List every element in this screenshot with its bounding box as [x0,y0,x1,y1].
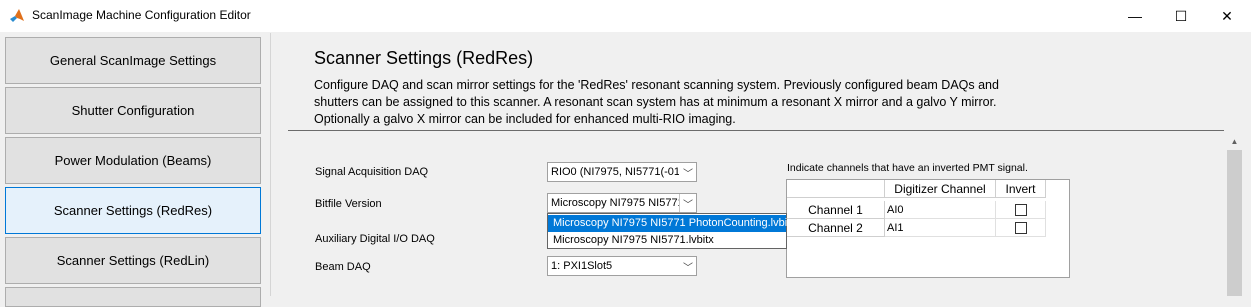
page-title: Scanner Settings (RedRes) [314,48,534,68]
bitfile-select[interactable]: Microscopy NI7975 NI5771 ﹀ [547,193,697,213]
table-corner-header [787,180,885,198]
chevron-down-icon: ﹀ [683,262,693,274]
sidebar-item-label: Shutter Configuration [71,103,195,118]
row-header-channel-2: Channel 2 [787,219,885,237]
sidebar-item-label: General ScanImage Settings [49,53,217,68]
pmt-invert-table: Digitizer Channel Invert Channel 1 AI0 C… [786,179,1070,278]
aux-daq-label: Auxiliary Digital I/O DAQ [315,233,435,245]
row-header-channel-1: Channel 1 [787,201,885,219]
description-line: Optionally a galvo X mirror can be inclu… [314,112,736,126]
invert-cell [996,201,1046,219]
sidebar-item-next[interactable] [5,287,261,307]
dropdown-option-standard[interactable]: Microscopy NI7975 NI5771.lvbitx [548,232,786,249]
beam-daq-value: 1: PXI1Slot5 [551,260,613,272]
column-header-digitizer-channel: Digitizer Channel [885,180,996,198]
sidebar-item-scanner-redres[interactable]: Scanner Settings (RedRes) [5,187,261,234]
maximize-button[interactable]: ☐ [1158,0,1204,32]
sidebar-item-shutter-configuration[interactable]: Shutter Configuration [5,87,261,134]
chevron-down-icon: ﹀ [679,194,696,212]
digitizer-channel-cell[interactable]: AI0 [885,201,996,219]
bitfile-value: Microscopy NI7975 NI5771 [551,197,679,209]
chevron-down-icon: ﹀ [683,168,693,180]
pmt-table-caption: Indicate channels that have an inverted … [787,162,1028,174]
signal-daq-select[interactable]: RIO0 (NI7975, NI5771(-01)D ﹀ [547,162,697,182]
minimize-button[interactable]: — [1112,0,1158,32]
sidebar-item-general-settings[interactable]: General ScanImage Settings [5,37,261,84]
invert-checkbox-channel-2[interactable] [1015,222,1027,234]
close-button[interactable]: ✕ [1204,0,1250,32]
panel-divider [270,33,271,296]
scroll-thumb[interactable] [1227,150,1242,296]
invert-cell [996,219,1046,237]
minimize-icon: — [1128,8,1142,24]
scroll-up-icon[interactable]: ▲ [1226,133,1243,150]
column-header-invert: Invert [996,180,1046,198]
vertical-scrollbar[interactable]: ▲ [1226,133,1243,296]
bitfile-dropdown-list: Microscopy NI7975 NI5771 PhotonCounting.… [547,213,796,249]
sidebar-item-label: Power Modulation (Beams) [54,153,212,168]
close-icon: ✕ [1221,7,1233,24]
sidebar-item-power-modulation[interactable]: Power Modulation (Beams) [5,137,261,184]
beam-daq-label: Beam DAQ [315,261,371,273]
title-bar: ScanImage Machine Configuration Editor —… [0,0,1251,32]
window-title: ScanImage Machine Configuration Editor [32,8,251,22]
maximize-icon: ☐ [1174,7,1188,24]
digitizer-channel-cell[interactable]: AI1 [885,219,996,237]
sidebar-item-scanner-redlin[interactable]: Scanner Settings (RedLin) [5,237,261,284]
invert-checkbox-channel-1[interactable] [1015,204,1027,216]
signal-daq-label: Signal Acquisition DAQ [315,166,429,178]
beam-daq-select[interactable]: 1: PXI1Slot5 ﹀ [547,256,697,276]
signal-daq-value: RIO0 (NI7975, NI5771(-01)D [551,166,679,178]
section-divider [288,130,1224,131]
description-line: Configure DAQ and scan mirror settings f… [314,78,999,92]
bitfile-label: Bitfile Version [315,198,382,210]
sidebar-item-label: Scanner Settings (RedRes) [53,203,213,218]
dropdown-option-photon-counting[interactable]: Microscopy NI7975 NI5771 PhotonCounting.… [548,215,796,232]
matlab-icon [10,9,24,22]
description-line: shutters can be assigned to this scanner… [314,95,997,109]
sidebar-item-label: Scanner Settings (RedLin) [56,253,210,268]
page-description: Configure DAQ and scan mirror settings f… [314,77,1074,128]
